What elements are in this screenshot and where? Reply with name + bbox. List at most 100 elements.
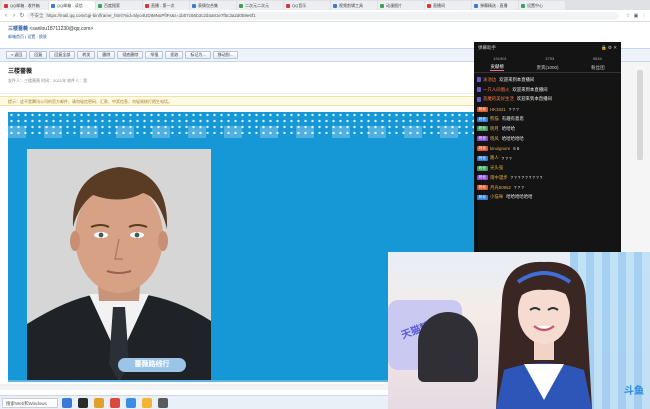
forward-icon[interactable]: › — [11, 13, 17, 19]
user-level-badge: 粉丝 — [477, 155, 488, 161]
browser-tab[interactable]: 二次元二次元 — [237, 1, 283, 10]
chat-nickname[interactable]: 熊猫 — [490, 116, 499, 122]
extensions-icon[interactable]: ▣ — [633, 13, 639, 19]
mail-header: 三楼蔷薇 <sanlou18711230@qq.com> 邮箱首页 | 设置 -… — [0, 22, 650, 42]
chat-nickname[interactable]: kinoignore — [490, 146, 510, 151]
header-links[interactable]: 邮箱首页 | 设置 - 换肤 — [8, 34, 642, 40]
image-caption: 蔷薇路线行 — [118, 358, 186, 372]
edge-icon[interactable] — [126, 397, 136, 408]
chat-nickname[interactable]: HK3321 — [490, 107, 506, 112]
chat-messages: 泳池边 欢迎来到本直播间 一只人间烟火 欢迎来到本直播间 恶魔的美好生活 欢迎来到本直播间… — [474, 73, 621, 204]
tab-favicon-icon — [286, 3, 290, 8]
user-level-badge: 粉丝 — [477, 175, 488, 181]
chat-tab-vip[interactable]: 贵宾(1000) — [536, 65, 558, 71]
browser-tab[interactable]: 直播 - 第一次 — [143, 1, 189, 10]
toolbar-button[interactable]: 标记为... — [185, 51, 211, 59]
chat-nickname[interactable]: 路人 — [490, 155, 499, 161]
scrollbar-thumb[interactable] — [637, 70, 643, 160]
file-explorer-icon[interactable] — [62, 397, 72, 408]
tab-label: 直播间 — [433, 2, 445, 8]
user-level-badge: 粉丝 — [477, 136, 488, 142]
settings-icon[interactable]: ⚙ — [608, 45, 612, 50]
toolbar-button[interactable]: « 返回 — [6, 51, 28, 59]
streamer-figure — [496, 261, 592, 409]
screen: QQ邮箱 - 收件箱 QQ邮箱 - 读信 百度搜索 直播 - 第一次 表情包合集 二次元二… — [0, 0, 650, 409]
toolbar-button[interactable]: 删除 — [97, 51, 116, 59]
toolbar-button[interactable]: 转发 — [77, 51, 96, 59]
browser-tab[interactable]: 表情包合集 — [190, 1, 236, 10]
tab-label: 设置中心 — [527, 2, 543, 8]
user-level-badge: 粉丝 — [477, 116, 488, 122]
horizontal-scrollbar[interactable] — [0, 384, 388, 390]
tab-label: 直播 - 第一次 — [151, 2, 175, 8]
back-icon[interactable]: ‹ — [3, 13, 9, 19]
chat-nickname[interactable]: 光头强 — [490, 165, 503, 171]
toolbar-button[interactable]: 拒收 — [165, 51, 184, 59]
store-icon[interactable] — [78, 397, 88, 408]
chat-nickname[interactable]: 明月 — [490, 126, 499, 132]
menu-icon[interactable]: ⋮ — [641, 13, 647, 19]
browser-tab[interactable]: QQ邮箱 - 收件箱 — [2, 1, 48, 10]
browser-tab[interactable]: QQ音乐 — [284, 1, 330, 10]
chat-text: ? ? ? — [514, 185, 524, 191]
chat-message: 粉丝 明月 哈哈哈 — [477, 124, 618, 134]
toolbar-button[interactable]: 举报 — [145, 51, 164, 59]
browser-tab[interactable]: 弹幕精选 - 直播 — [472, 1, 518, 10]
chat-text: 欢迎来到本直播间 — [499, 76, 535, 82]
folder-icon[interactable] — [94, 397, 104, 408]
windows-taskbar: 搜索Web和Windows — [0, 395, 388, 409]
insecure-label: 不安全 — [30, 12, 44, 18]
chat-nickname[interactable]: 小猫咪 — [490, 194, 503, 200]
chat-message: 粉丝 雨中漫步? ? ? ? ? ? ? ? ? — [477, 173, 618, 183]
toolbar-button[interactable]: 彻底删除 — [117, 51, 144, 59]
live-chat-panel: 弹幕助手 🔒 ⚙ ✕ 191901 3793 9534 贡献榜 贵宾(1000)… — [474, 42, 621, 254]
account-name: 三楼蔷薇 — [8, 26, 29, 32]
toolbar-button[interactable]: 移动到... — [212, 51, 239, 59]
browser-tab[interactable]: 设置中心 — [519, 1, 565, 10]
chat-nickname[interactable]: 雨中漫步 — [490, 175, 508, 181]
chat-tab-fans[interactable]: 粉丝团 — [591, 65, 605, 71]
chat-nickname[interactable]: 月光50952 — [490, 185, 511, 191]
url-input[interactable]: 不安全 https://mail.qq.com/cgi-bin/frame_ht… — [27, 11, 619, 20]
chat-text: 哈哈哈 — [501, 125, 515, 131]
address-bar: ‹ › ↻ 不安全 https://mail.qq.com/cgi-bin/fr… — [0, 10, 650, 22]
app-icon[interactable] — [142, 397, 152, 408]
user-level-badge: 粉丝 — [477, 126, 488, 132]
browser-icon[interactable] — [110, 397, 120, 408]
tab-favicon-icon — [521, 3, 525, 8]
chat-message: 粉丝 小猫咪 哈哈哈哈哈哈 — [477, 193, 618, 203]
chat-text: 6 6 — [513, 145, 520, 151]
chat-text: 欢迎来到本直播间 — [512, 86, 548, 92]
chat-tab-contribution[interactable]: 贡献榜 — [490, 64, 504, 71]
reload-icon[interactable]: ↻ — [19, 13, 25, 19]
browser-tab[interactable]: 视频剪辑工具 — [331, 1, 377, 10]
chat-stats: 191901 3793 9534 — [474, 53, 621, 63]
tab-favicon-icon — [239, 3, 243, 8]
taskbar-search[interactable]: 搜索Web和Windows — [2, 397, 58, 408]
browser-tab[interactable]: 百度搜索 — [96, 1, 142, 10]
chat-tabs: 贡献榜 贵宾(1000) 粉丝团 — [474, 63, 621, 73]
portrait-image — [27, 149, 211, 382]
lock-icon[interactable]: 🔒 — [601, 45, 607, 50]
close-icon[interactable]: ✕ — [613, 45, 617, 50]
browser-tab[interactable]: 直播间 — [425, 1, 471, 10]
toolbar-button[interactable]: 回复全部 — [49, 51, 76, 59]
user-level-badge: 粉丝 — [477, 145, 488, 151]
settings-app-icon[interactable] — [158, 397, 168, 408]
tab-favicon-icon — [192, 3, 196, 8]
tab-favicon-icon — [333, 3, 337, 8]
chat-text: ? ? ? — [508, 106, 519, 112]
browser-tab[interactable]: 动漫图片 — [378, 1, 424, 10]
chat-nickname[interactable]: 晓风 — [490, 136, 499, 142]
chat-nickname[interactable]: 一只人间烟火 — [483, 87, 509, 93]
toolbar-button[interactable]: 回复 — [29, 51, 48, 59]
chat-text: 哈哈哈哈哈 — [501, 135, 524, 141]
chat-text: 哈哈哈哈哈哈 — [506, 194, 533, 200]
chat-nickname[interactable]: 泳池边 — [483, 77, 496, 83]
browser-tab[interactable]: QQ邮箱 - 读信 — [49, 1, 95, 10]
star-icon[interactable]: ☆ — [625, 13, 631, 19]
tab-label: 动漫图片 — [386, 2, 402, 8]
chat-nickname[interactable]: 恶魔的美好生活 — [483, 96, 514, 102]
chat-message: 粉丝 晓风 哈哈哈哈哈 — [477, 134, 618, 144]
chat-message: 粉丝 路人? ? ? — [477, 153, 618, 163]
